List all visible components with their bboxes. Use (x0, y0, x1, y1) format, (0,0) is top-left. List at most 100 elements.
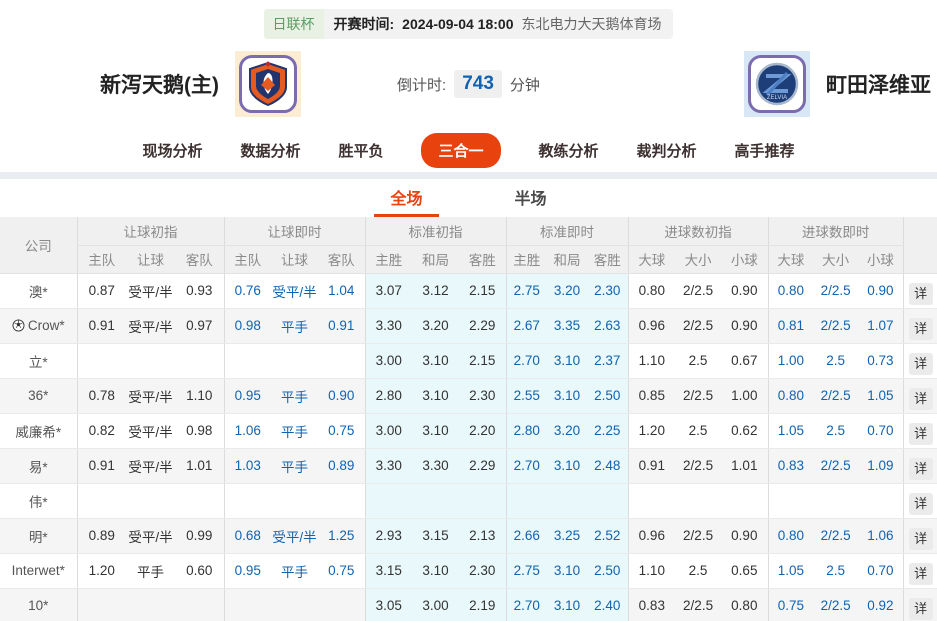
subtab-half-match[interactable]: 半场 (499, 185, 563, 217)
odds-cell: 0.95 (224, 378, 271, 413)
detail-button[interactable]: 详 (909, 423, 933, 445)
kickoff-time: 2024-09-04 18:00 (402, 16, 513, 32)
odds-cell: 3.10 (547, 448, 587, 483)
odds-cell: 1.06 (224, 413, 271, 448)
odds-cell (271, 588, 318, 621)
soccer-ball-icon (12, 319, 25, 332)
odds-cell: 0.98 (175, 413, 224, 448)
odds-cell: 1.00 (721, 378, 768, 413)
detail-cell: 详 (903, 448, 937, 483)
odds-cell: 1.04 (318, 273, 365, 308)
odds-cell (77, 588, 126, 621)
company-name: 威廉希* (15, 425, 61, 440)
tab-three-in-one[interactable]: 三合一 (421, 133, 500, 168)
odds-cell: 2.30 (459, 378, 506, 413)
detail-cell: 详 (903, 273, 937, 308)
odds-cell: 3.12 (412, 273, 459, 308)
odds-cell: 0.80 (721, 588, 768, 621)
odds-cell (175, 483, 224, 518)
odds-cell: 3.30 (365, 448, 412, 483)
tab-data-analysis[interactable]: 数据分析 (240, 140, 300, 161)
odds-cell: 3.15 (365, 553, 412, 588)
tab-live-analysis[interactable]: 现场分析 (142, 140, 202, 161)
odds-cell: 0.96 (628, 518, 675, 553)
company-name: 伟* (29, 495, 48, 510)
company-cell: 10* (0, 588, 77, 621)
detail-button[interactable]: 详 (909, 528, 933, 550)
odds-cell: 3.00 (365, 413, 412, 448)
odds-cell: 0.97 (175, 308, 224, 343)
group-goals-initial: 进球数初指 (628, 217, 768, 245)
odds-cell: 2.13 (459, 518, 506, 553)
group-handicap-live: 让球即时 (224, 217, 365, 245)
odds-cell: 0.75 (768, 588, 813, 621)
odds-cell: 0.70 (858, 413, 903, 448)
odds-cell: 3.00 (365, 343, 412, 378)
odds-cell: 2.15 (459, 273, 506, 308)
detail-button[interactable]: 详 (909, 353, 933, 375)
odds-cell: 2.5 (675, 553, 721, 588)
odds-cell (547, 483, 587, 518)
group-standard-live: 标准即时 (506, 217, 628, 245)
odds-cell: 2.5 (813, 413, 858, 448)
odds-cell: 2/2.5 (675, 448, 721, 483)
odds-cell: 2.67 (506, 308, 547, 343)
odds-cell: 1.25 (318, 518, 365, 553)
detail-button[interactable]: 详 (909, 598, 933, 620)
odds-cell: 2.30 (587, 273, 628, 308)
tab-coach-analysis[interactable]: 教练分析 (539, 140, 599, 161)
odds-cell (77, 343, 126, 378)
odds-cell: 2.93 (365, 518, 412, 553)
company-name: 明* (29, 530, 48, 545)
detail-button[interactable]: 详 (909, 283, 933, 305)
odds-cell: 受平/半 (126, 448, 175, 483)
tab-expert-picks[interactable]: 高手推荐 (735, 140, 795, 161)
odds-cell: 平手 (271, 378, 318, 413)
odds-cell: 受平/半 (126, 308, 175, 343)
col-company: 公司 (0, 217, 77, 273)
odds-cell: 3.20 (412, 308, 459, 343)
odds-cell: 2.5 (675, 343, 721, 378)
home-team-logo (235, 51, 301, 117)
subcol: 客胜 (587, 245, 628, 273)
odds-cell: 2.66 (506, 518, 547, 553)
odds-cell: 0.90 (721, 308, 768, 343)
odds-cell: 1.07 (858, 308, 903, 343)
home-crest-icon (247, 61, 289, 107)
detail-button[interactable]: 详 (909, 388, 933, 410)
odds-cell: 1.05 (768, 413, 813, 448)
detail-button[interactable]: 详 (909, 493, 933, 515)
odds-cell: 0.73 (858, 343, 903, 378)
subcol: 让球 (126, 245, 175, 273)
tab-referee-analysis[interactable]: 裁判分析 (637, 140, 697, 161)
group-standard-initial: 标准初指 (365, 217, 506, 245)
odds-cell: 0.90 (721, 273, 768, 308)
odds-cell: 受平/半 (271, 518, 318, 553)
subtab-full-match[interactable]: 全场 (374, 185, 438, 217)
odds-cell (271, 483, 318, 518)
detail-button[interactable]: 详 (909, 458, 933, 480)
odds-cell: 2.29 (459, 308, 506, 343)
table-row: 明*0.89受平/半0.990.68受平/半1.252.933.152.132.… (0, 518, 937, 553)
table-row: 澳*0.87受平/半0.930.76受平/半1.043.073.122.152.… (0, 273, 937, 308)
odds-cell: 1.10 (175, 378, 224, 413)
odds-cell (459, 483, 506, 518)
subcol: 客队 (175, 245, 224, 273)
odds-cell: 0.98 (224, 308, 271, 343)
odds-cell: 2/2.5 (813, 518, 858, 553)
kickoff-info: 开赛时间: 2024-09-04 18:00 东北电力大天鹅体育场 (324, 9, 674, 39)
detail-button[interactable]: 详 (909, 563, 933, 585)
odds-cell: 受平/半 (126, 273, 175, 308)
odds-cell: 0.89 (318, 448, 365, 483)
odds-cell: 3.30 (412, 448, 459, 483)
odds-cell: 2/2.5 (675, 308, 721, 343)
odds-cell (506, 483, 547, 518)
group-handicap-initial: 让球初指 (77, 217, 224, 245)
detail-cell: 详 (903, 518, 937, 553)
odds-cell: 2.80 (365, 378, 412, 413)
svg-text:ZELVIA: ZELVIA (767, 95, 787, 101)
subcol: 主队 (224, 245, 271, 273)
detail-button[interactable]: 详 (909, 318, 933, 340)
tab-win-draw-lose[interactable]: 胜平负 (338, 140, 383, 161)
odds-cell: 0.78 (77, 378, 126, 413)
